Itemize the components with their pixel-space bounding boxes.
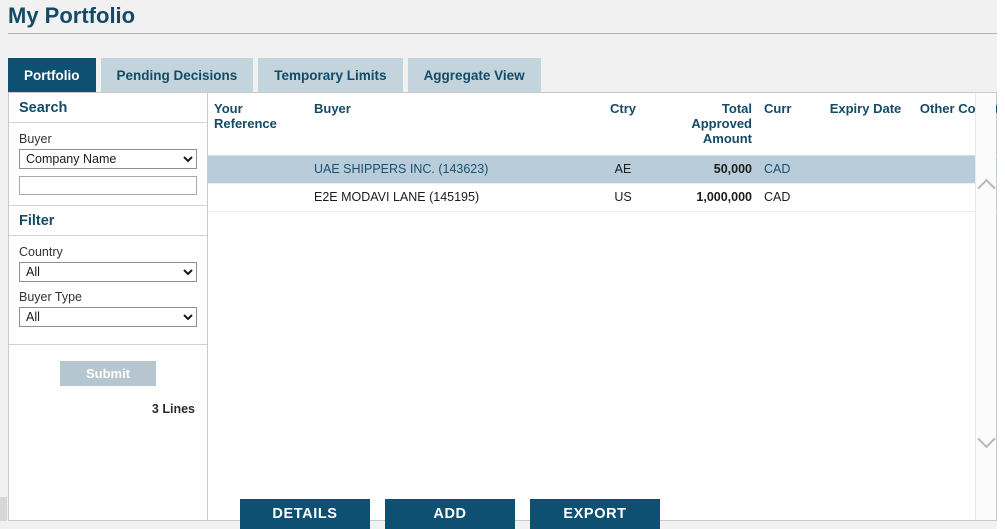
table-body: UAE SHIPPERS INC. (143623) AE 50,000 CAD… [208, 155, 1005, 212]
cell-your-reference [208, 183, 308, 212]
submit-button[interactable]: Submit [59, 361, 157, 386]
tab-portfolio-label: Portfolio [24, 67, 80, 83]
search-panel-body: Buyer Company Name [9, 123, 207, 206]
buyer-search-input[interactable] [19, 176, 197, 195]
search-filter-sidebar: Search Buyer Company Name Filter Country… [8, 92, 208, 521]
cell-total-approved-amount: 50,000 [658, 155, 758, 184]
country-field-label: Country [19, 245, 63, 259]
tab-aggregate-view[interactable]: Aggregate View [407, 58, 541, 92]
right-edge-margin [997, 0, 1005, 529]
buyer-type-field-label: Buyer Type [19, 290, 83, 304]
col-header-expiry-date[interactable]: Expiry Date [818, 93, 913, 156]
filter-panel-body: Country All Buyer Type All [9, 236, 207, 345]
cell-curr: CAD [758, 183, 818, 212]
country-select[interactable]: All [19, 262, 197, 282]
col-header-total-approved-amount[interactable]: Total Approved Amount [658, 93, 758, 156]
export-button[interactable]: EXPORT [530, 499, 660, 529]
lines-count-label: 3 Lines [151, 402, 195, 416]
page-title: My Portfolio [8, 3, 136, 28]
details-button[interactable]: DETAILS [240, 499, 370, 529]
table-row[interactable]: E2E MODAVI LANE (145195) US 1,000,000 CA… [208, 183, 1005, 212]
cell-your-reference [208, 155, 308, 184]
table-row[interactable]: UAE SHIPPERS INC. (143623) AE 50,000 CAD [208, 155, 1005, 184]
col-header-your-reference[interactable]: Your Reference [208, 93, 308, 156]
search-panel-heading: Search [9, 93, 207, 123]
add-button[interactable]: ADD [385, 499, 515, 529]
content-frame: Search Buyer Company Name Filter Country… [8, 92, 1005, 521]
tab-aggregate-view-label: Aggregate View [423, 67, 525, 83]
cell-buyer: E2E MODAVI LANE (145195) [308, 183, 588, 212]
cell-expiry-date [818, 155, 913, 184]
cell-total-approved-amount: 1,000,000 [658, 183, 758, 212]
table-header-row: Your Reference Buyer Ctry Total Approved… [208, 93, 1005, 156]
tab-pending-decisions[interactable]: Pending Decisions [100, 58, 254, 92]
scroll-down-icon[interactable] [976, 429, 996, 451]
portfolio-table: Your Reference Buyer Ctry Total Approved… [208, 93, 1005, 212]
submit-row: Submit [9, 345, 207, 386]
tab-bar: Portfolio Pending Decisions Temporary Li… [8, 58, 546, 92]
buyer-criteria-select[interactable]: Company Name [19, 149, 197, 169]
title-divider [8, 33, 997, 34]
portfolio-table-panel: Your Reference Buyer Ctry Total Approved… [208, 92, 1005, 521]
tab-temporary-limits-label: Temporary Limits [274, 67, 387, 83]
filter-panel-heading: Filter [9, 206, 207, 236]
buyer-type-select[interactable]: All [19, 307, 197, 327]
cell-ctry: US [588, 183, 658, 212]
tab-pending-decisions-label: Pending Decisions [116, 67, 238, 83]
action-button-bar: DETAILS ADD EXPORT [240, 499, 660, 529]
col-header-buyer[interactable]: Buyer [308, 93, 588, 156]
table-vertical-scrollbar[interactable] [975, 93, 996, 520]
tab-portfolio[interactable]: Portfolio [8, 58, 96, 92]
cell-buyer: UAE SHIPPERS INC. (143623) [308, 155, 588, 184]
scroll-up-icon[interactable] [976, 175, 996, 197]
table-header: Your Reference Buyer Ctry Total Approved… [208, 93, 1005, 156]
left-edge-marker [0, 497, 7, 521]
col-header-curr[interactable]: Curr [758, 93, 818, 156]
cell-expiry-date [818, 183, 913, 212]
cell-curr: CAD [758, 155, 818, 184]
portfolio-page: My Portfolio Portfolio Pending Decisions… [0, 0, 1005, 529]
cell-ctry: AE [588, 155, 658, 184]
tab-temporary-limits[interactable]: Temporary Limits [258, 58, 403, 92]
buyer-field-label: Buyer [19, 132, 52, 146]
col-header-ctry[interactable]: Ctry [588, 93, 658, 156]
